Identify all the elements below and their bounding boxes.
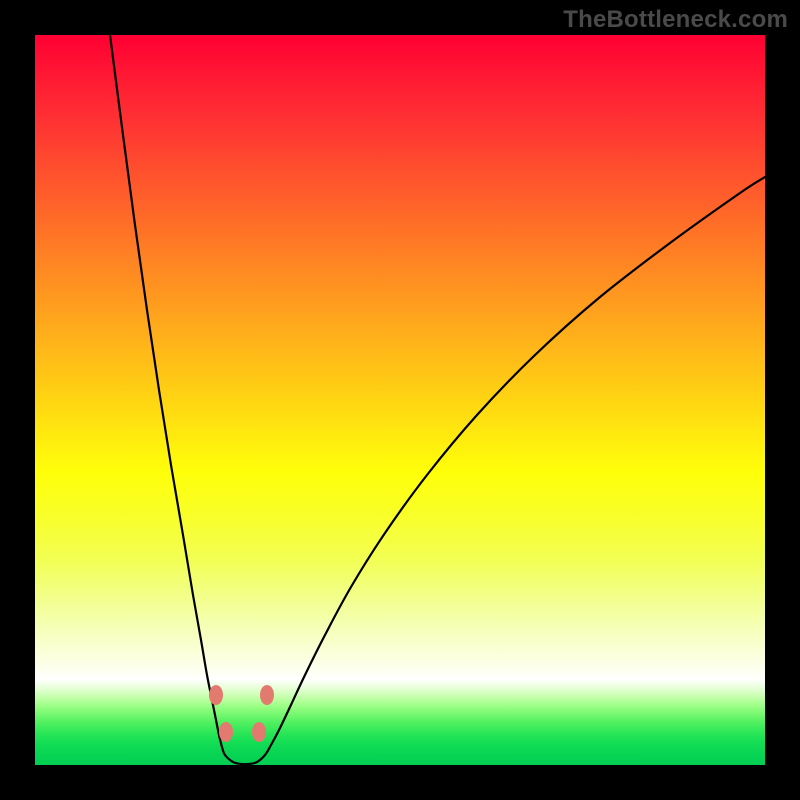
watermark-text: TheBottleneck.com bbox=[563, 6, 788, 34]
marker-dot bbox=[219, 722, 233, 742]
bottleneck-curve bbox=[35, 35, 765, 765]
marker-dot bbox=[252, 722, 266, 742]
marker-dot bbox=[209, 685, 223, 705]
chart-frame: TheBottleneck.com bbox=[0, 0, 800, 800]
marker-dot bbox=[260, 685, 274, 705]
plot-area bbox=[35, 35, 765, 765]
